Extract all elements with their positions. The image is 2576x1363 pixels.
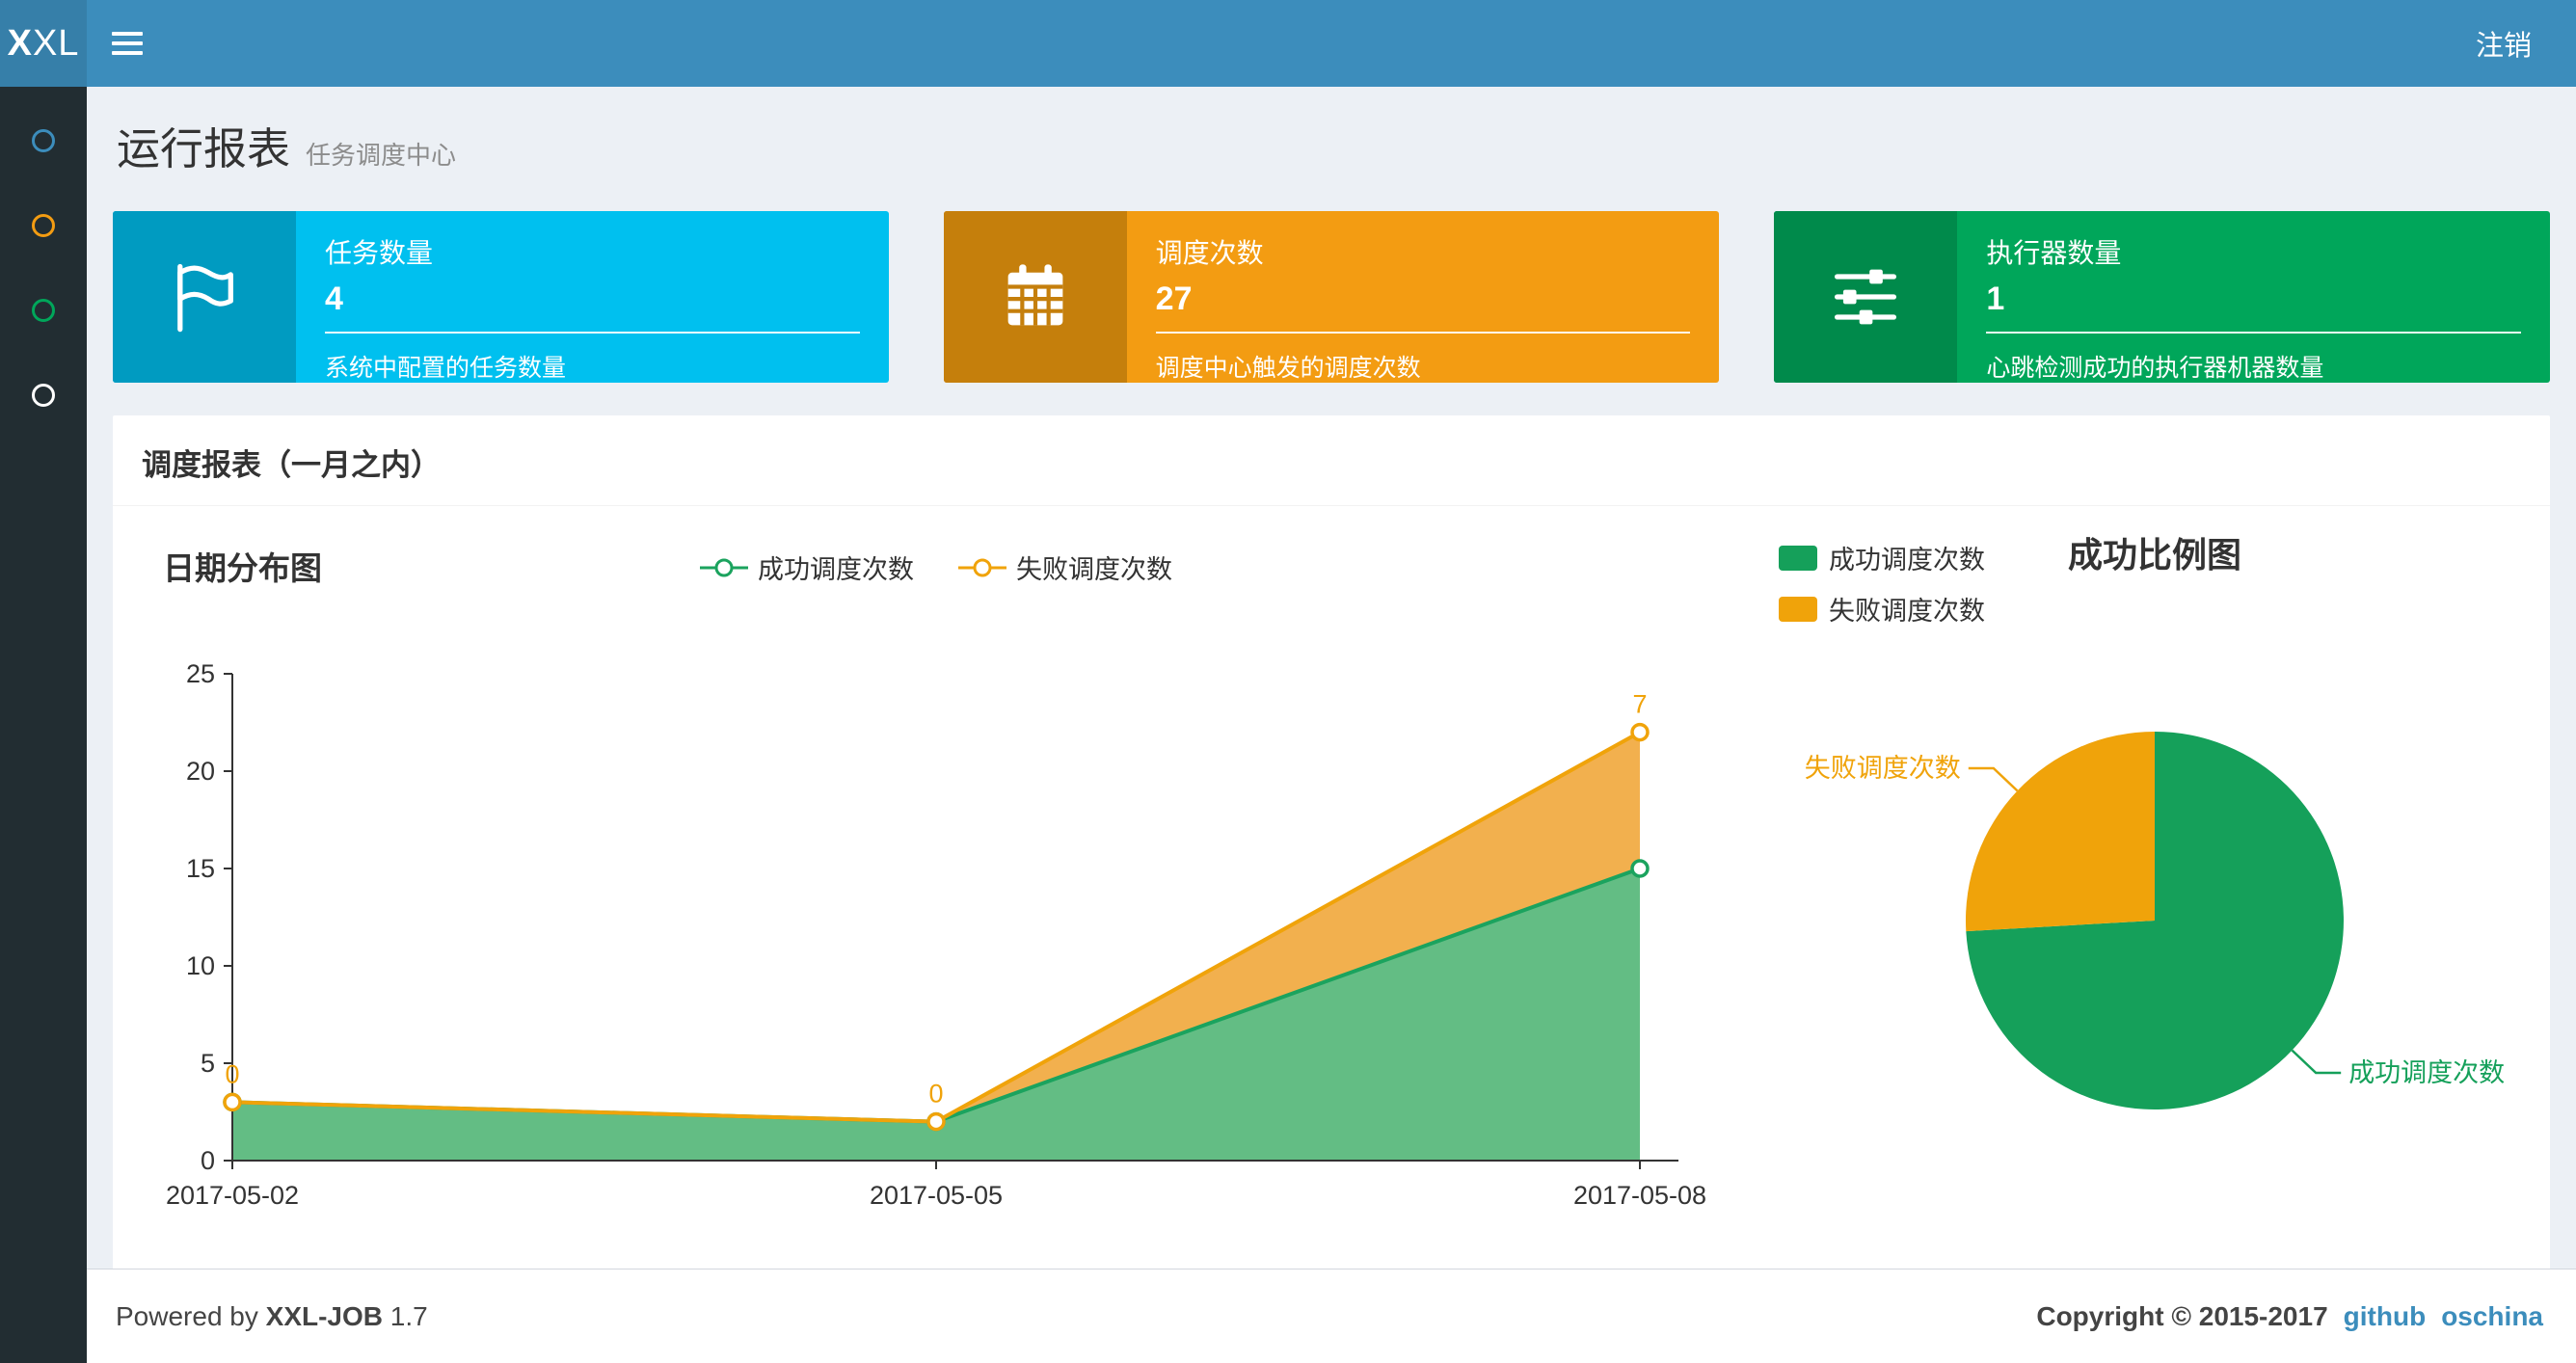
svg-text:0: 0 <box>225 1059 239 1088</box>
sidebar-item-1[interactable] <box>0 98 87 183</box>
stat-card-job-count: 任务数量 4 系统中配置的任务数量 <box>113 211 889 383</box>
calendar-icon <box>1007 264 1063 326</box>
legend-swatch <box>1779 545 1817 571</box>
circle-o-icon <box>32 299 55 322</box>
hamburger-icon <box>112 51 143 55</box>
charts-area: 日期分布图 成功调度次数 失败调度次数 0 5 10 15 20 25 2017… <box>113 506 2550 1269</box>
svg-text:2017-05-08: 2017-05-08 <box>1573 1181 1706 1210</box>
github-link[interactable]: github <box>2344 1301 2427 1332</box>
stat-title: 调度次数 <box>1155 238 1264 268</box>
stat-description: 心跳检测成功的执行器机器数量 <box>1986 355 2324 382</box>
navbar-spacer <box>168 0 2431 87</box>
logout-link[interactable]: 注销 <box>2431 0 2576 87</box>
stat-description: 调度中心触发的调度次数 <box>1155 355 1421 382</box>
copyright-text: Copyright © 2015-2017 <box>2036 1300 2328 1331</box>
svg-text:失败调度次数: 失败调度次数 <box>1805 754 1961 783</box>
powered-by: Powered by XXL-JOB 1.7 <box>116 1301 428 1332</box>
legend-label: 失败调度次数 <box>1016 555 1172 584</box>
circle-o-icon <box>32 214 55 237</box>
legend-label: 成功调度次数 <box>758 555 914 584</box>
svg-text:0: 0 <box>928 1080 943 1109</box>
success-ratio-chart: 成功调度次数 失败调度次数 成功比例图 成功调度次数 失败调度次数 <box>1736 525 2531 1233</box>
hamburger-icon <box>112 32 143 36</box>
line-legend-marker-icon <box>700 558 748 576</box>
stat-value: 4 <box>325 281 343 317</box>
app-logo[interactable]: X XL <box>0 0 87 87</box>
pie-chart: 成功调度次数 失败调度次数 <box>1805 732 2505 1109</box>
stat-title: 任务数量 <box>325 238 434 268</box>
pie-chart-legend: 成功调度次数 失败调度次数 <box>1779 539 1985 628</box>
svg-text:2017-05-05: 2017-05-05 <box>870 1181 1003 1210</box>
flag-icon <box>113 211 296 383</box>
line-chart-header: 日期分布图 成功调度次数 失败调度次数 <box>136 539 1736 599</box>
date-distribution-chart: 日期分布图 成功调度次数 失败调度次数 0 5 10 15 20 25 2017… <box>136 525 1736 1233</box>
stat-cards-row: 任务数量 4 系统中配置的任务数量 调度次数 27 调度中心触发的调度次数 执行… <box>113 211 2551 383</box>
stat-card-body: 任务数量 4 系统中配置的任务数量 <box>296 211 889 383</box>
sidebar <box>0 87 87 1363</box>
circle-o-icon <box>32 129 55 152</box>
footer-right: Copyright © 2015-2017 github oschina <box>2036 1301 2543 1332</box>
panel-title: 调度报表（一月之内） <box>113 415 2550 506</box>
pie-chart-title: 成功比例图 <box>2068 535 2242 575</box>
svg-text:10: 10 <box>186 951 215 980</box>
legend-label: 失败调度次数 <box>1829 597 1985 626</box>
stat-description: 系统中配置的任务数量 <box>325 355 567 382</box>
content-header: 运行报表 任务调度中心 <box>117 114 2550 176</box>
oschina-link[interactable]: oschina <box>2441 1301 2543 1332</box>
page-subtitle: 任务调度中心 <box>306 141 457 170</box>
product-name: XXL-JOB <box>265 1300 384 1331</box>
sidebar-item-4[interactable] <box>0 353 87 438</box>
page-title: 运行报表 <box>117 124 291 174</box>
stat-card-body: 执行器数量 1 心跳检测成功的执行器机器数量 <box>1957 211 2550 383</box>
top-navbar: X XL 注销 <box>0 0 2576 87</box>
legend-item-success[interactable]: 成功调度次数 <box>700 548 914 586</box>
stat-value: 27 <box>1155 281 1193 317</box>
calendar-icon <box>943 211 1127 383</box>
divider <box>325 332 860 334</box>
sidebar-item-2[interactable] <box>0 183 87 268</box>
sliders-icon <box>1835 269 1897 325</box>
line-chart-title: 日期分布图 <box>163 550 322 586</box>
svg-text:7: 7 <box>1632 690 1647 719</box>
report-panel: 调度报表（一月之内） 日期分布图 成功调度次数 失败调度次数 0 5 10 15… <box>113 415 2550 1269</box>
svg-text:20: 20 <box>186 757 215 786</box>
legend-swatch <box>1779 596 1817 622</box>
stat-card-body: 调度次数 27 调度中心触发的调度次数 <box>1127 211 1720 383</box>
page-footer: Powered by XXL-JOB 1.7 Copyright © 2015-… <box>87 1269 2576 1363</box>
stat-value: 1 <box>1986 281 2005 317</box>
legend-item-fail[interactable]: 失败调度次数 <box>958 548 1172 586</box>
divider <box>1155 332 1691 334</box>
powered-prefix: Powered by <box>116 1300 258 1331</box>
divider <box>1986 332 2522 334</box>
sidebar-item-3[interactable] <box>0 268 87 353</box>
area-line-chart: 05101520252017-05-02 2017-05-05 2017-05-08… <box>166 659 1706 1210</box>
app-logo-bold: X <box>7 22 33 64</box>
svg-text:5: 5 <box>201 1049 215 1078</box>
svg-text:成功调度次数: 成功调度次数 <box>2348 1058 2505 1087</box>
legend-item-fail[interactable]: 失败调度次数 <box>1779 590 1985 628</box>
pie-chart-header: 成功调度次数 失败调度次数 成功比例图 <box>1779 535 2531 628</box>
stat-title: 执行器数量 <box>1986 238 2122 268</box>
svg-text:2017-05-02: 2017-05-02 <box>166 1181 299 1210</box>
legend-item-success[interactable]: 成功调度次数 <box>1779 539 1985 576</box>
line-chart-legend: 成功调度次数 失败调度次数 <box>136 539 1736 586</box>
flag-icon <box>177 263 233 333</box>
app-logo-rest: XL <box>32 22 80 64</box>
circle-o-icon <box>32 384 55 407</box>
line-legend-marker-icon <box>958 558 1006 576</box>
stat-card-executor-count: 执行器数量 1 心跳检测成功的执行器机器数量 <box>1774 211 2551 383</box>
svg-text:25: 25 <box>186 659 215 688</box>
svg-text:15: 15 <box>186 854 215 883</box>
hamburger-icon <box>112 41 143 45</box>
product-version: 1.7 <box>389 1300 428 1331</box>
svg-text:0: 0 <box>201 1146 215 1175</box>
sidebar-toggle-button[interactable] <box>87 0 168 87</box>
legend-label: 成功调度次数 <box>1829 546 1985 575</box>
stat-card-trigger-count: 调度次数 27 调度中心触发的调度次数 <box>943 211 1720 383</box>
main-content: 运行报表 任务调度中心 任务数量 4 系统中配置的任务数量 调度次数 27 调度… <box>87 87 2576 1269</box>
sliders-icon <box>1774 211 1958 383</box>
